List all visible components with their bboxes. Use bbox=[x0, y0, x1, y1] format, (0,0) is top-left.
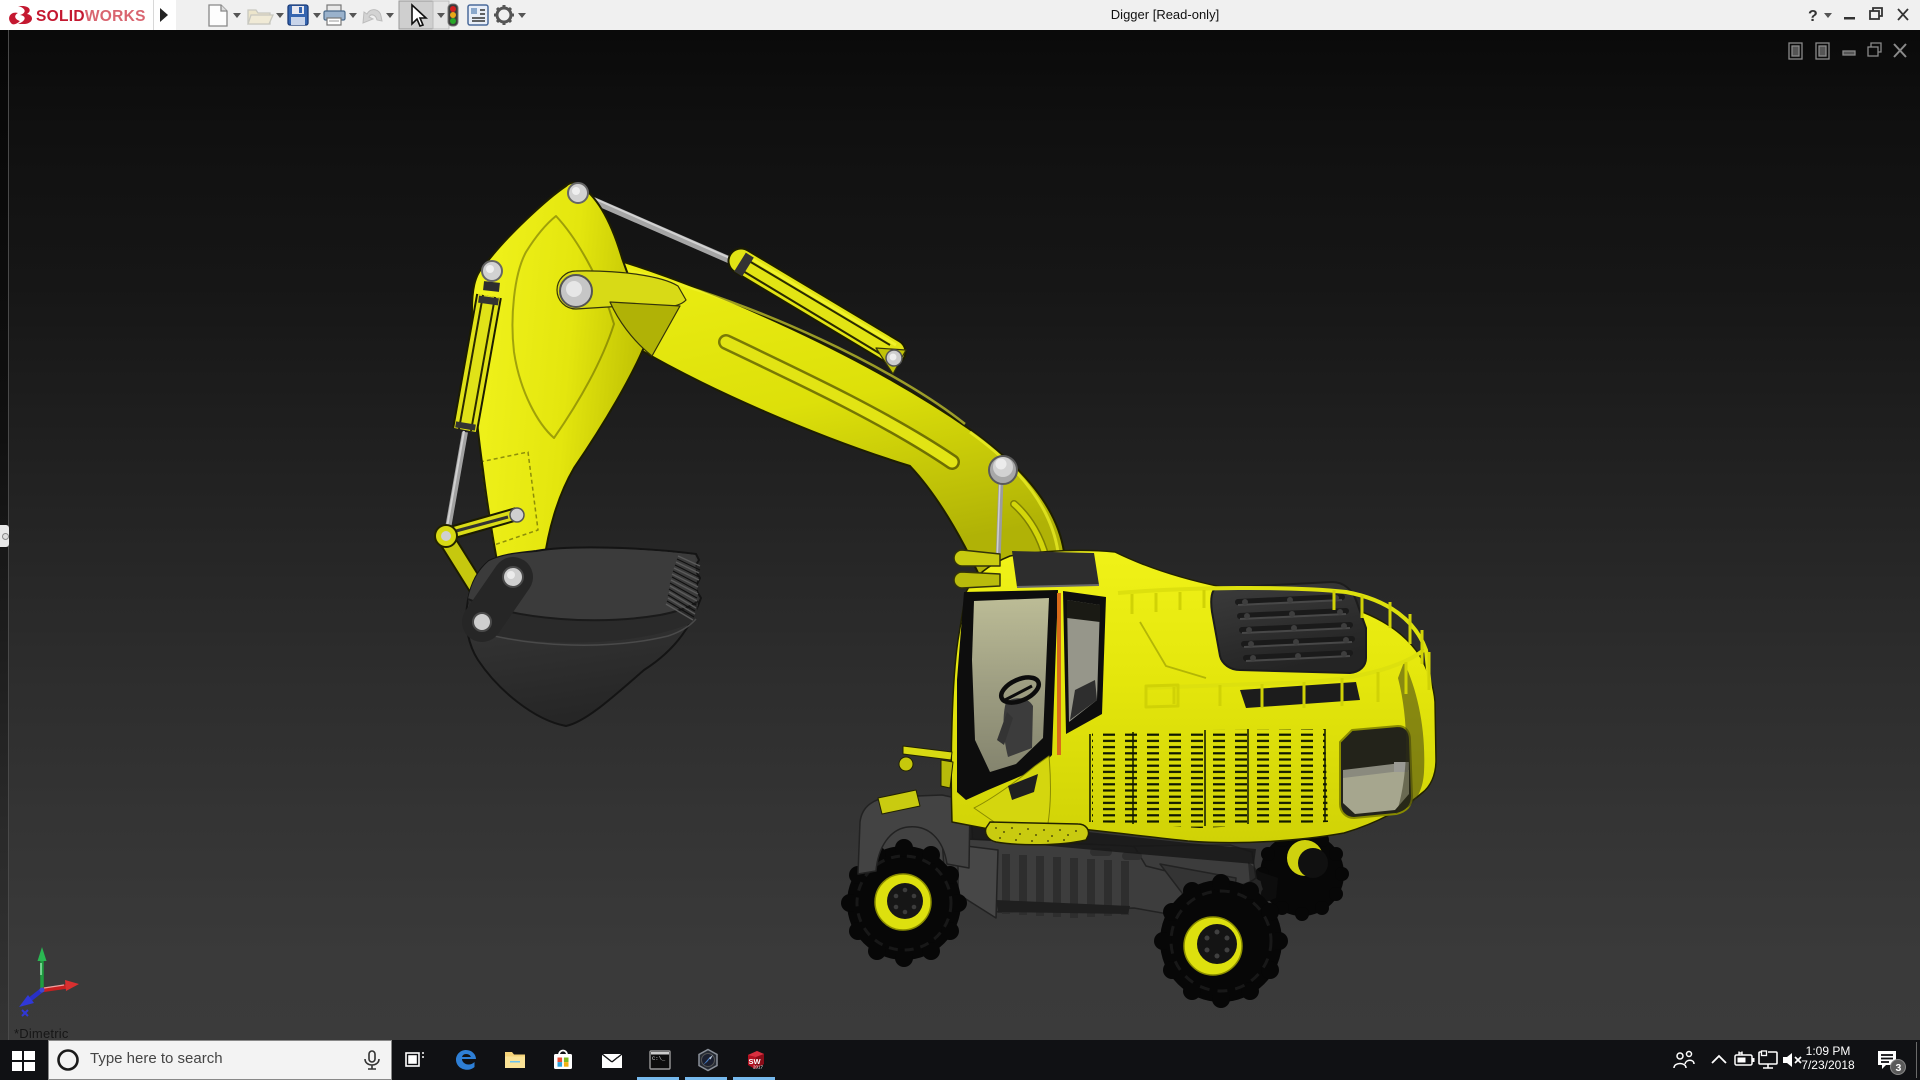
svg-text:C:\_: C:\_ bbox=[652, 1055, 666, 1062]
svg-text:SOLIDWORKS: SOLIDWORKS bbox=[36, 8, 146, 25]
svg-text:3: 3 bbox=[1896, 1062, 1902, 1074]
svg-text:?: ? bbox=[1808, 8, 1818, 25]
svg-text:2017: 2017 bbox=[753, 1065, 764, 1070]
